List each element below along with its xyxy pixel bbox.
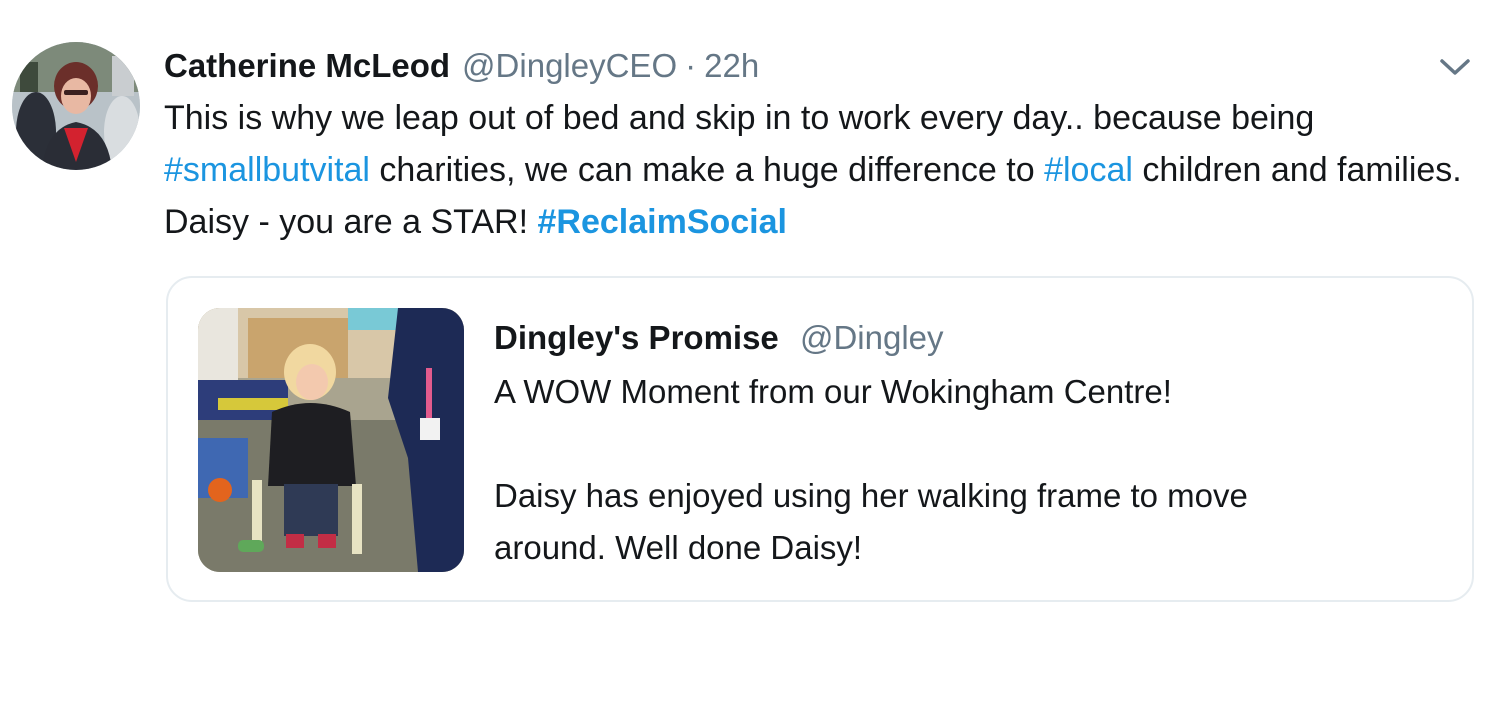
quoted-text-line: A WOW Moment from our Wokingham Centre! (494, 373, 1172, 410)
quoted-text-line: around. Well done Daisy! (494, 529, 863, 566)
quoted-tweet-card[interactable]: Dingley's Promise @Dingley A WOW Moment … (166, 276, 1474, 602)
tweet-text: This is why we leap out of bed and skip … (164, 92, 1464, 248)
tweet-text-part: This is why we leap out of bed and skip … (164, 99, 1315, 137)
chevron-down-icon[interactable] (1434, 52, 1476, 82)
hashtag-reclaimsocial[interactable]: #ReclaimSocial (538, 203, 787, 241)
tweet[interactable]: Catherine McLeod @DingleyCEO · 22h This … (0, 0, 1510, 721)
quoted-tweet-photo[interactable] (198, 308, 464, 572)
hashtag-smallbutvital[interactable]: #smallbutvital (164, 151, 370, 189)
author-name[interactable]: Catherine McLeod (164, 40, 450, 92)
tweet-header: Catherine McLeod @DingleyCEO · 22h (164, 40, 759, 92)
author-avatar[interactable] (12, 42, 140, 170)
separator-dot: · (685, 47, 697, 84)
quoted-text-line: Daisy has enjoyed using her walking fram… (494, 477, 1248, 514)
author-handle[interactable]: @DingleyCEO (462, 40, 677, 92)
quoted-author-handle[interactable]: @Dingley (800, 319, 944, 356)
quoted-tweet-header: Dingley's Promise @Dingley (494, 312, 944, 364)
tweet-timestamp[interactable]: 22h (704, 40, 759, 92)
hashtag-local[interactable]: #local (1044, 151, 1133, 189)
tweet-text-part: charities, we can make a huge difference… (369, 151, 1045, 189)
quoted-author-name[interactable]: Dingley's Promise (494, 319, 779, 356)
